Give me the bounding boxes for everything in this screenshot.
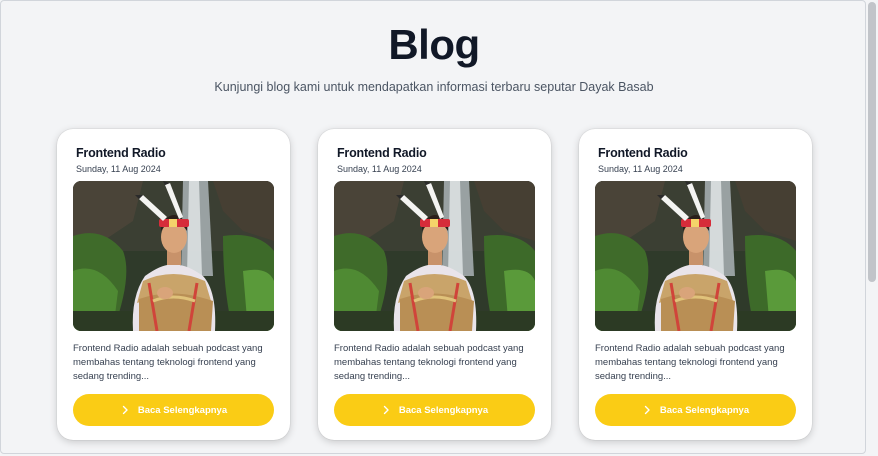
page-subtitle: Kunjungi blog kami untuk mendapatkan inf… (214, 80, 654, 94)
read-more-button[interactable]: Baca Selengkapnya (334, 394, 535, 426)
dayak-woman-photo (73, 181, 274, 331)
chevron-right-icon (122, 405, 128, 415)
read-more-label: Baca Selengkapnya (659, 404, 750, 416)
card-image (334, 181, 535, 331)
read-more-label: Baca Selengkapnya (137, 404, 228, 416)
card-title[interactable]: Frontend Radio (76, 145, 166, 161)
card-image (73, 181, 274, 331)
chevron-right-icon (644, 405, 650, 415)
blog-card: Frontend Radio Sunday, 11 Aug 2024 Front… (318, 129, 551, 440)
dayak-woman-photo (334, 181, 535, 331)
blog-card-list: Frontend Radio Sunday, 11 Aug 2024 Front… (57, 129, 813, 441)
dayak-woman-photo (595, 181, 796, 331)
card-date: Sunday, 11 Aug 2024 (337, 164, 422, 174)
page-frame: Blog Kunjungi blog kami untuk mendapatka… (0, 0, 866, 454)
card-excerpt: Frontend Radio adalah sebuah podcast yan… (334, 343, 524, 382)
card-image (595, 181, 796, 331)
read-more-button[interactable]: Baca Selengkapnya (73, 394, 274, 426)
read-more-button[interactable]: Baca Selengkapnya (595, 394, 796, 426)
blog-card: Frontend Radio Sunday, 11 Aug 2024 Front… (579, 129, 812, 440)
blog-card: Frontend Radio Sunday, 11 Aug 2024 Front… (57, 129, 290, 440)
page-title: Blog (388, 21, 480, 68)
chevron-right-icon (383, 405, 389, 415)
scrollbar-thumb[interactable] (868, 2, 876, 282)
card-excerpt: Frontend Radio adalah sebuah podcast yan… (595, 343, 785, 382)
card-date: Sunday, 11 Aug 2024 (76, 164, 161, 174)
read-more-label: Baca Selengkapnya (398, 404, 489, 416)
vertical-scrollbar[interactable] (866, 0, 878, 456)
card-date: Sunday, 11 Aug 2024 (598, 164, 683, 174)
card-excerpt: Frontend Radio adalah sebuah podcast yan… (73, 343, 263, 382)
card-title[interactable]: Frontend Radio (337, 145, 427, 161)
card-title[interactable]: Frontend Radio (598, 145, 688, 161)
